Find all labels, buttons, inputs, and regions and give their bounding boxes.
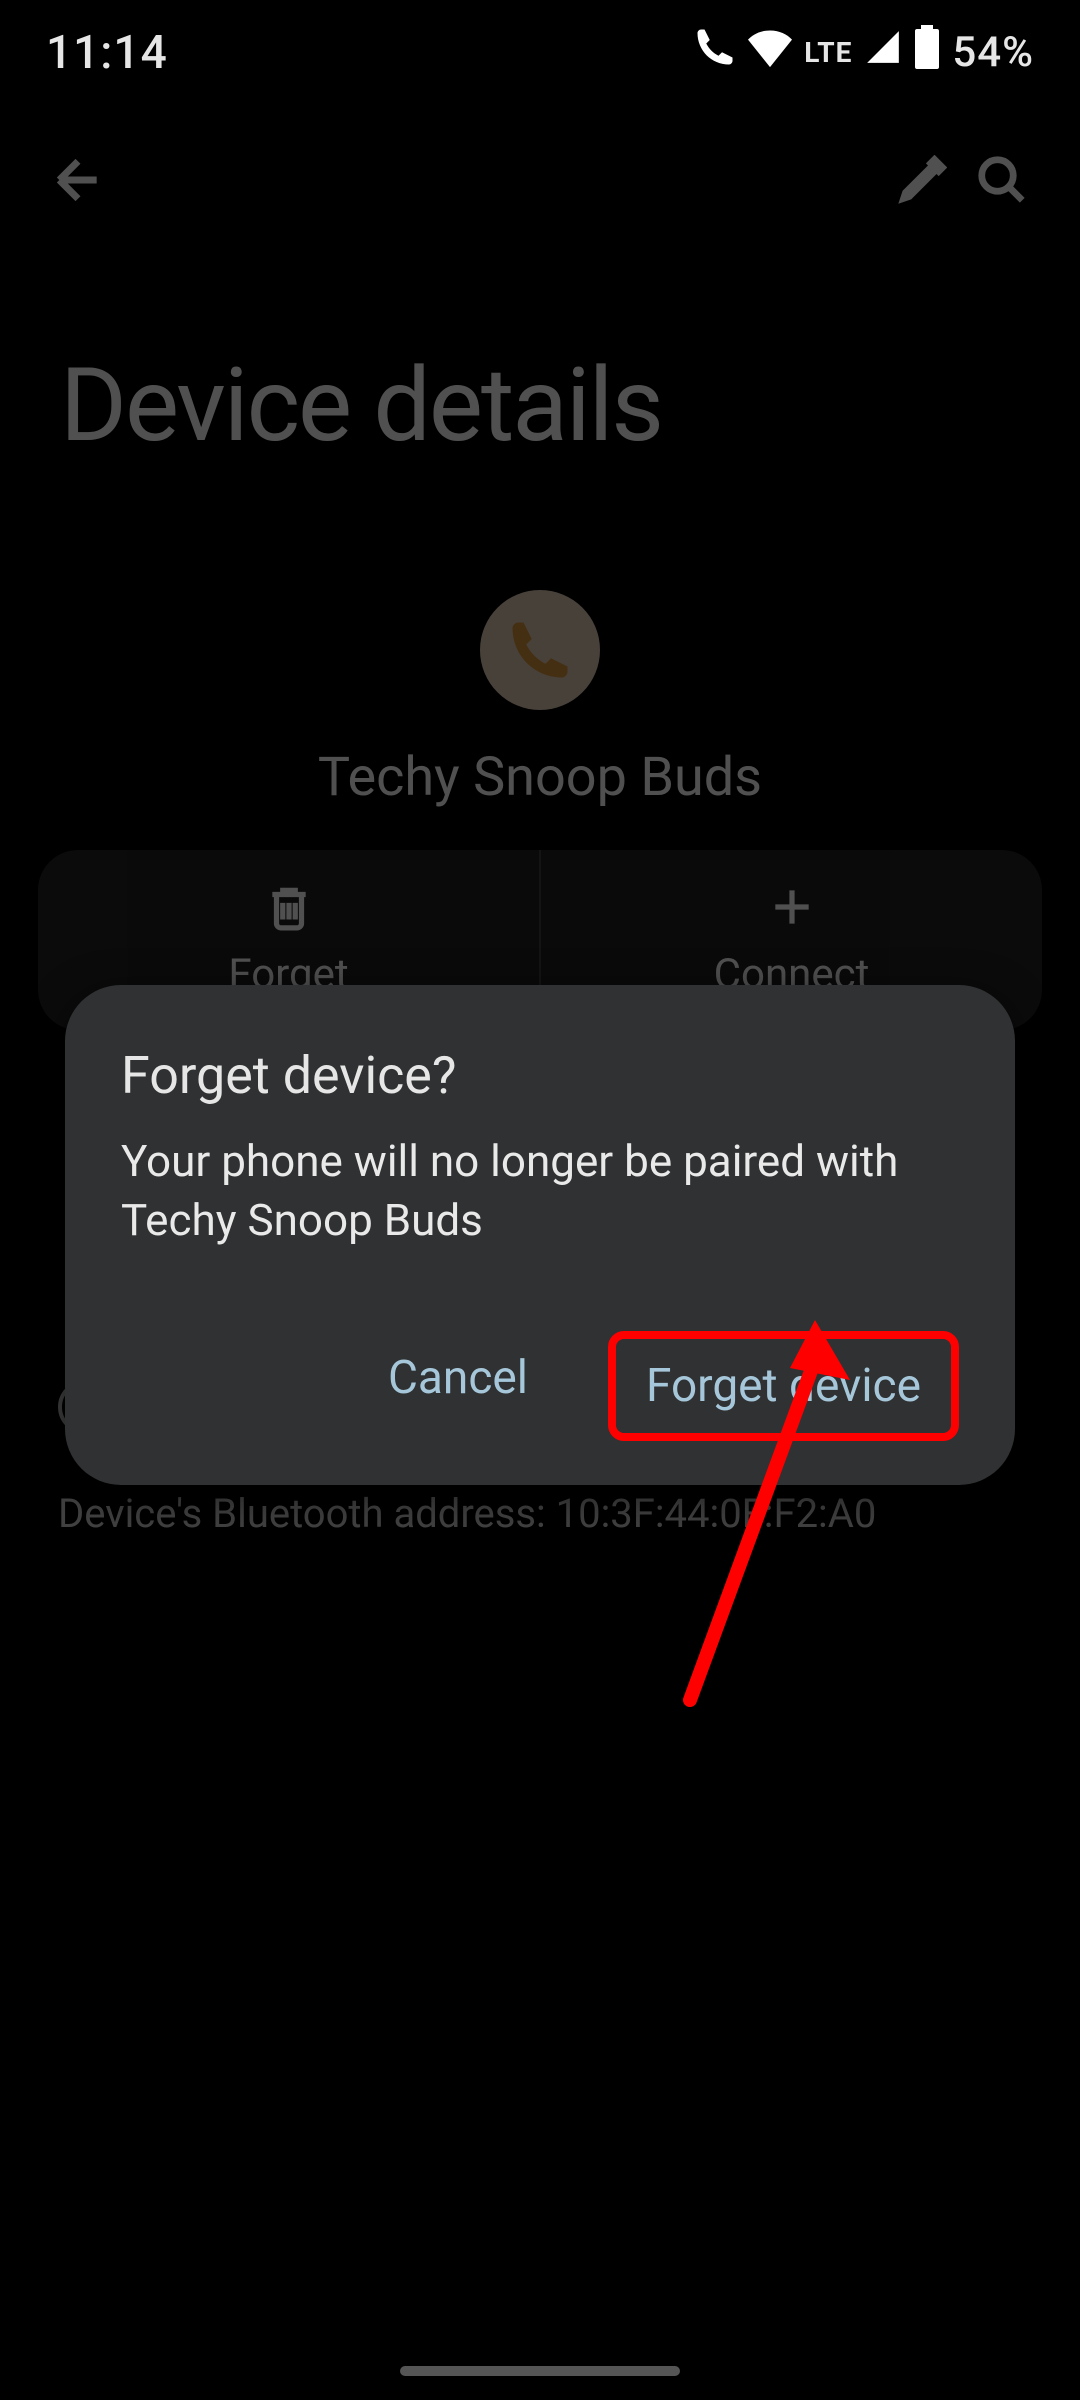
phone-icon — [507, 617, 573, 683]
plus-icon — [767, 882, 817, 932]
dialog-title: Forget device? — [121, 1045, 959, 1106]
forget-device-dialog: Forget device? Your phone will no longer… — [65, 985, 1015, 1485]
device-name-label: Techy Snoop Buds — [318, 746, 762, 809]
bluetooth-address-label: Device's Bluetooth address: 10:3F:44:0F:… — [58, 1490, 876, 1537]
cancel-button[interactable]: Cancel — [358, 1331, 558, 1441]
edit-button[interactable] — [882, 140, 962, 220]
status-time: 11:14 — [46, 26, 168, 80]
signal-icon — [864, 28, 902, 77]
back-button[interactable] — [38, 140, 118, 220]
battery-icon — [914, 25, 940, 80]
forget-device-button[interactable]: Forget device — [608, 1331, 959, 1441]
device-avatar — [480, 590, 600, 710]
trash-icon — [264, 882, 314, 932]
search-button[interactable] — [962, 140, 1042, 220]
network-type-label: LTE — [804, 36, 852, 69]
dialog-message: Your phone will no longer be paired with… — [121, 1132, 959, 1251]
page-title: Device details — [60, 345, 662, 465]
status-bar: 11:14 LTE 54% — [0, 0, 1080, 105]
navigation-handle[interactable] — [400, 2366, 680, 2376]
battery-percent: 54% — [952, 28, 1034, 77]
wifi-calling-icon — [694, 26, 736, 79]
app-bar — [0, 115, 1080, 245]
wifi-icon — [748, 25, 792, 80]
